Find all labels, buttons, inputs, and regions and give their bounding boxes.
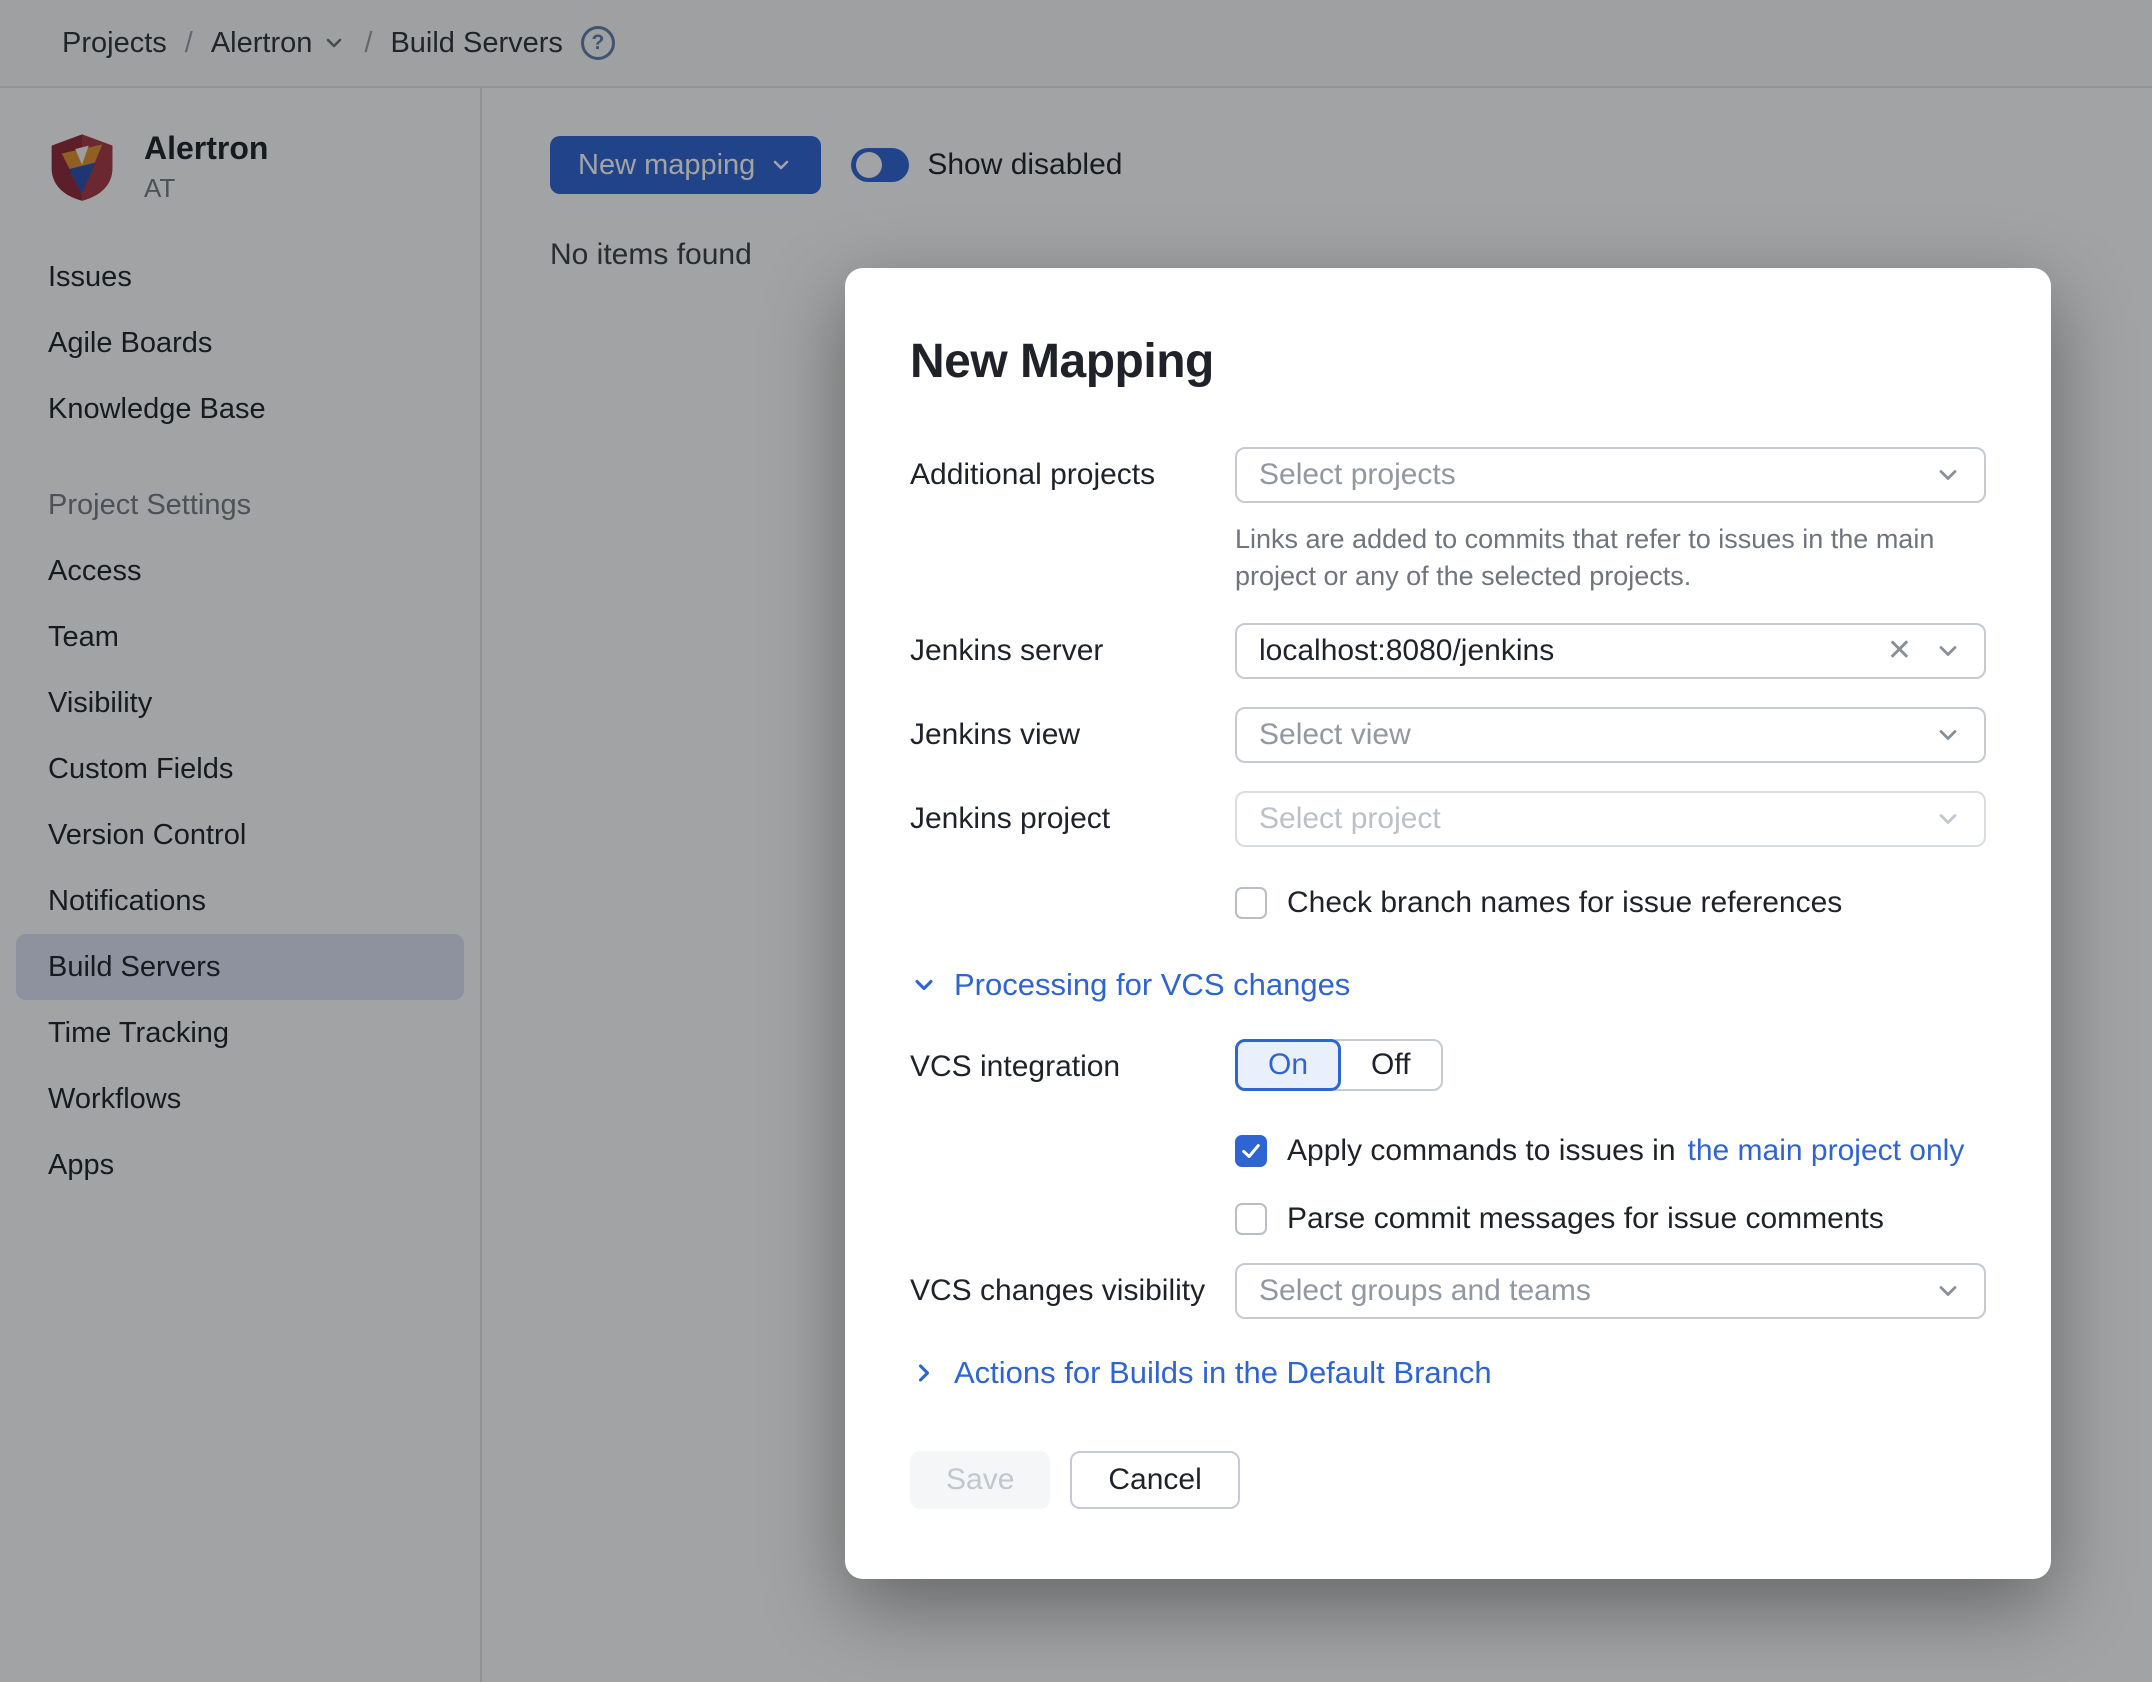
save-button[interactable]: Save xyxy=(910,1451,1051,1509)
main-project-only-link[interactable]: the main project only xyxy=(1688,1134,1965,1168)
jenkins-server-row: Jenkins server localhost:8080/jenkins ✕ xyxy=(910,623,1986,679)
chevron-down-icon xyxy=(1939,730,1957,740)
jenkins-server-select[interactable]: localhost:8080/jenkins ✕ xyxy=(1235,623,1986,679)
jenkins-view-label: Jenkins view xyxy=(910,718,1081,751)
chevron-down-icon xyxy=(1939,1286,1957,1296)
actions-builds-section-toggle[interactable]: Actions for Builds in the Default Branch xyxy=(910,1355,1986,1391)
parse-commits-label: Parse commit messages for issue comments xyxy=(1287,1202,1884,1235)
new-mapping-dialog: New Mapping Additional projects Select p… xyxy=(845,268,2051,1579)
additional-projects-row: Additional projects Select projects Link… xyxy=(910,447,1986,595)
vcs-off-button[interactable]: Off xyxy=(1335,1039,1443,1091)
chevron-down-icon xyxy=(915,979,933,991)
vcs-visibility-select[interactable]: Select groups and teams xyxy=(1235,1263,1986,1319)
check-branch-row: Check branch names for issue references xyxy=(1235,875,1986,931)
clear-icon[interactable]: ✕ xyxy=(1887,636,1912,666)
jenkins-project-label: Jenkins project xyxy=(910,802,1111,835)
dialog-title: New Mapping xyxy=(910,335,1214,388)
check-icon xyxy=(1242,1144,1260,1158)
jenkins-view-placeholder: Select view xyxy=(1259,718,1411,751)
parse-commits-checkbox[interactable] xyxy=(1235,1203,1267,1235)
vcs-integration-segmented: On Off xyxy=(1235,1039,1986,1091)
vcs-visibility-label: VCS changes visibility xyxy=(910,1274,1206,1307)
chevron-down-icon xyxy=(1939,814,1957,824)
jenkins-server-label: Jenkins server xyxy=(910,634,1104,667)
additional-projects-placeholder: Select projects xyxy=(1259,458,1456,491)
apply-commands-row: Apply commands to issues in the main pro… xyxy=(1235,1123,1986,1179)
apply-commands-label: Apply commands to issues in xyxy=(1287,1134,1676,1167)
vcs-visibility-placeholder: Select groups and teams xyxy=(1259,1274,1591,1307)
processing-vcs-section-label: Processing for VCS changes xyxy=(954,967,1351,1002)
jenkins-project-select: Select project xyxy=(1235,791,1986,847)
vcs-integration-row: VCS integration On Off xyxy=(910,1039,1986,1095)
vcs-on-button[interactable]: On xyxy=(1235,1039,1342,1091)
chevron-down-icon xyxy=(1939,470,1957,480)
jenkins-project-row: Jenkins project Select project xyxy=(910,791,1986,847)
check-branch-label: Check branch names for issue references xyxy=(1287,886,1843,919)
apply-commands-checkbox[interactable] xyxy=(1235,1135,1267,1167)
vcs-visibility-row: VCS changes visibility Select groups and… xyxy=(910,1263,1986,1319)
chevron-right-icon xyxy=(918,1364,930,1382)
chevron-down-icon xyxy=(1939,646,1957,656)
actions-builds-section-label: Actions for Builds in the Default Branch xyxy=(954,1355,1492,1390)
dialog-actions: Save Cancel xyxy=(910,1451,1986,1509)
jenkins-view-select[interactable]: Select view xyxy=(1235,707,1986,763)
vcs-integration-label: VCS integration xyxy=(910,1050,1121,1083)
cancel-button[interactable]: Cancel xyxy=(1070,1451,1240,1509)
processing-vcs-section-toggle[interactable]: Processing for VCS changes xyxy=(910,967,1986,1003)
jenkins-project-placeholder: Select project xyxy=(1259,802,1441,835)
parse-commits-row: Parse commit messages for issue comments xyxy=(1235,1191,1986,1247)
additional-projects-select[interactable]: Select projects xyxy=(1235,447,1986,503)
jenkins-server-value: localhost:8080/jenkins xyxy=(1259,634,1555,667)
additional-projects-label: Additional projects xyxy=(910,458,1156,491)
jenkins-view-row: Jenkins view Select view xyxy=(910,707,1986,763)
additional-projects-help: Links are added to commits that refer to… xyxy=(1235,524,1935,591)
check-branch-checkbox[interactable] xyxy=(1235,887,1267,919)
